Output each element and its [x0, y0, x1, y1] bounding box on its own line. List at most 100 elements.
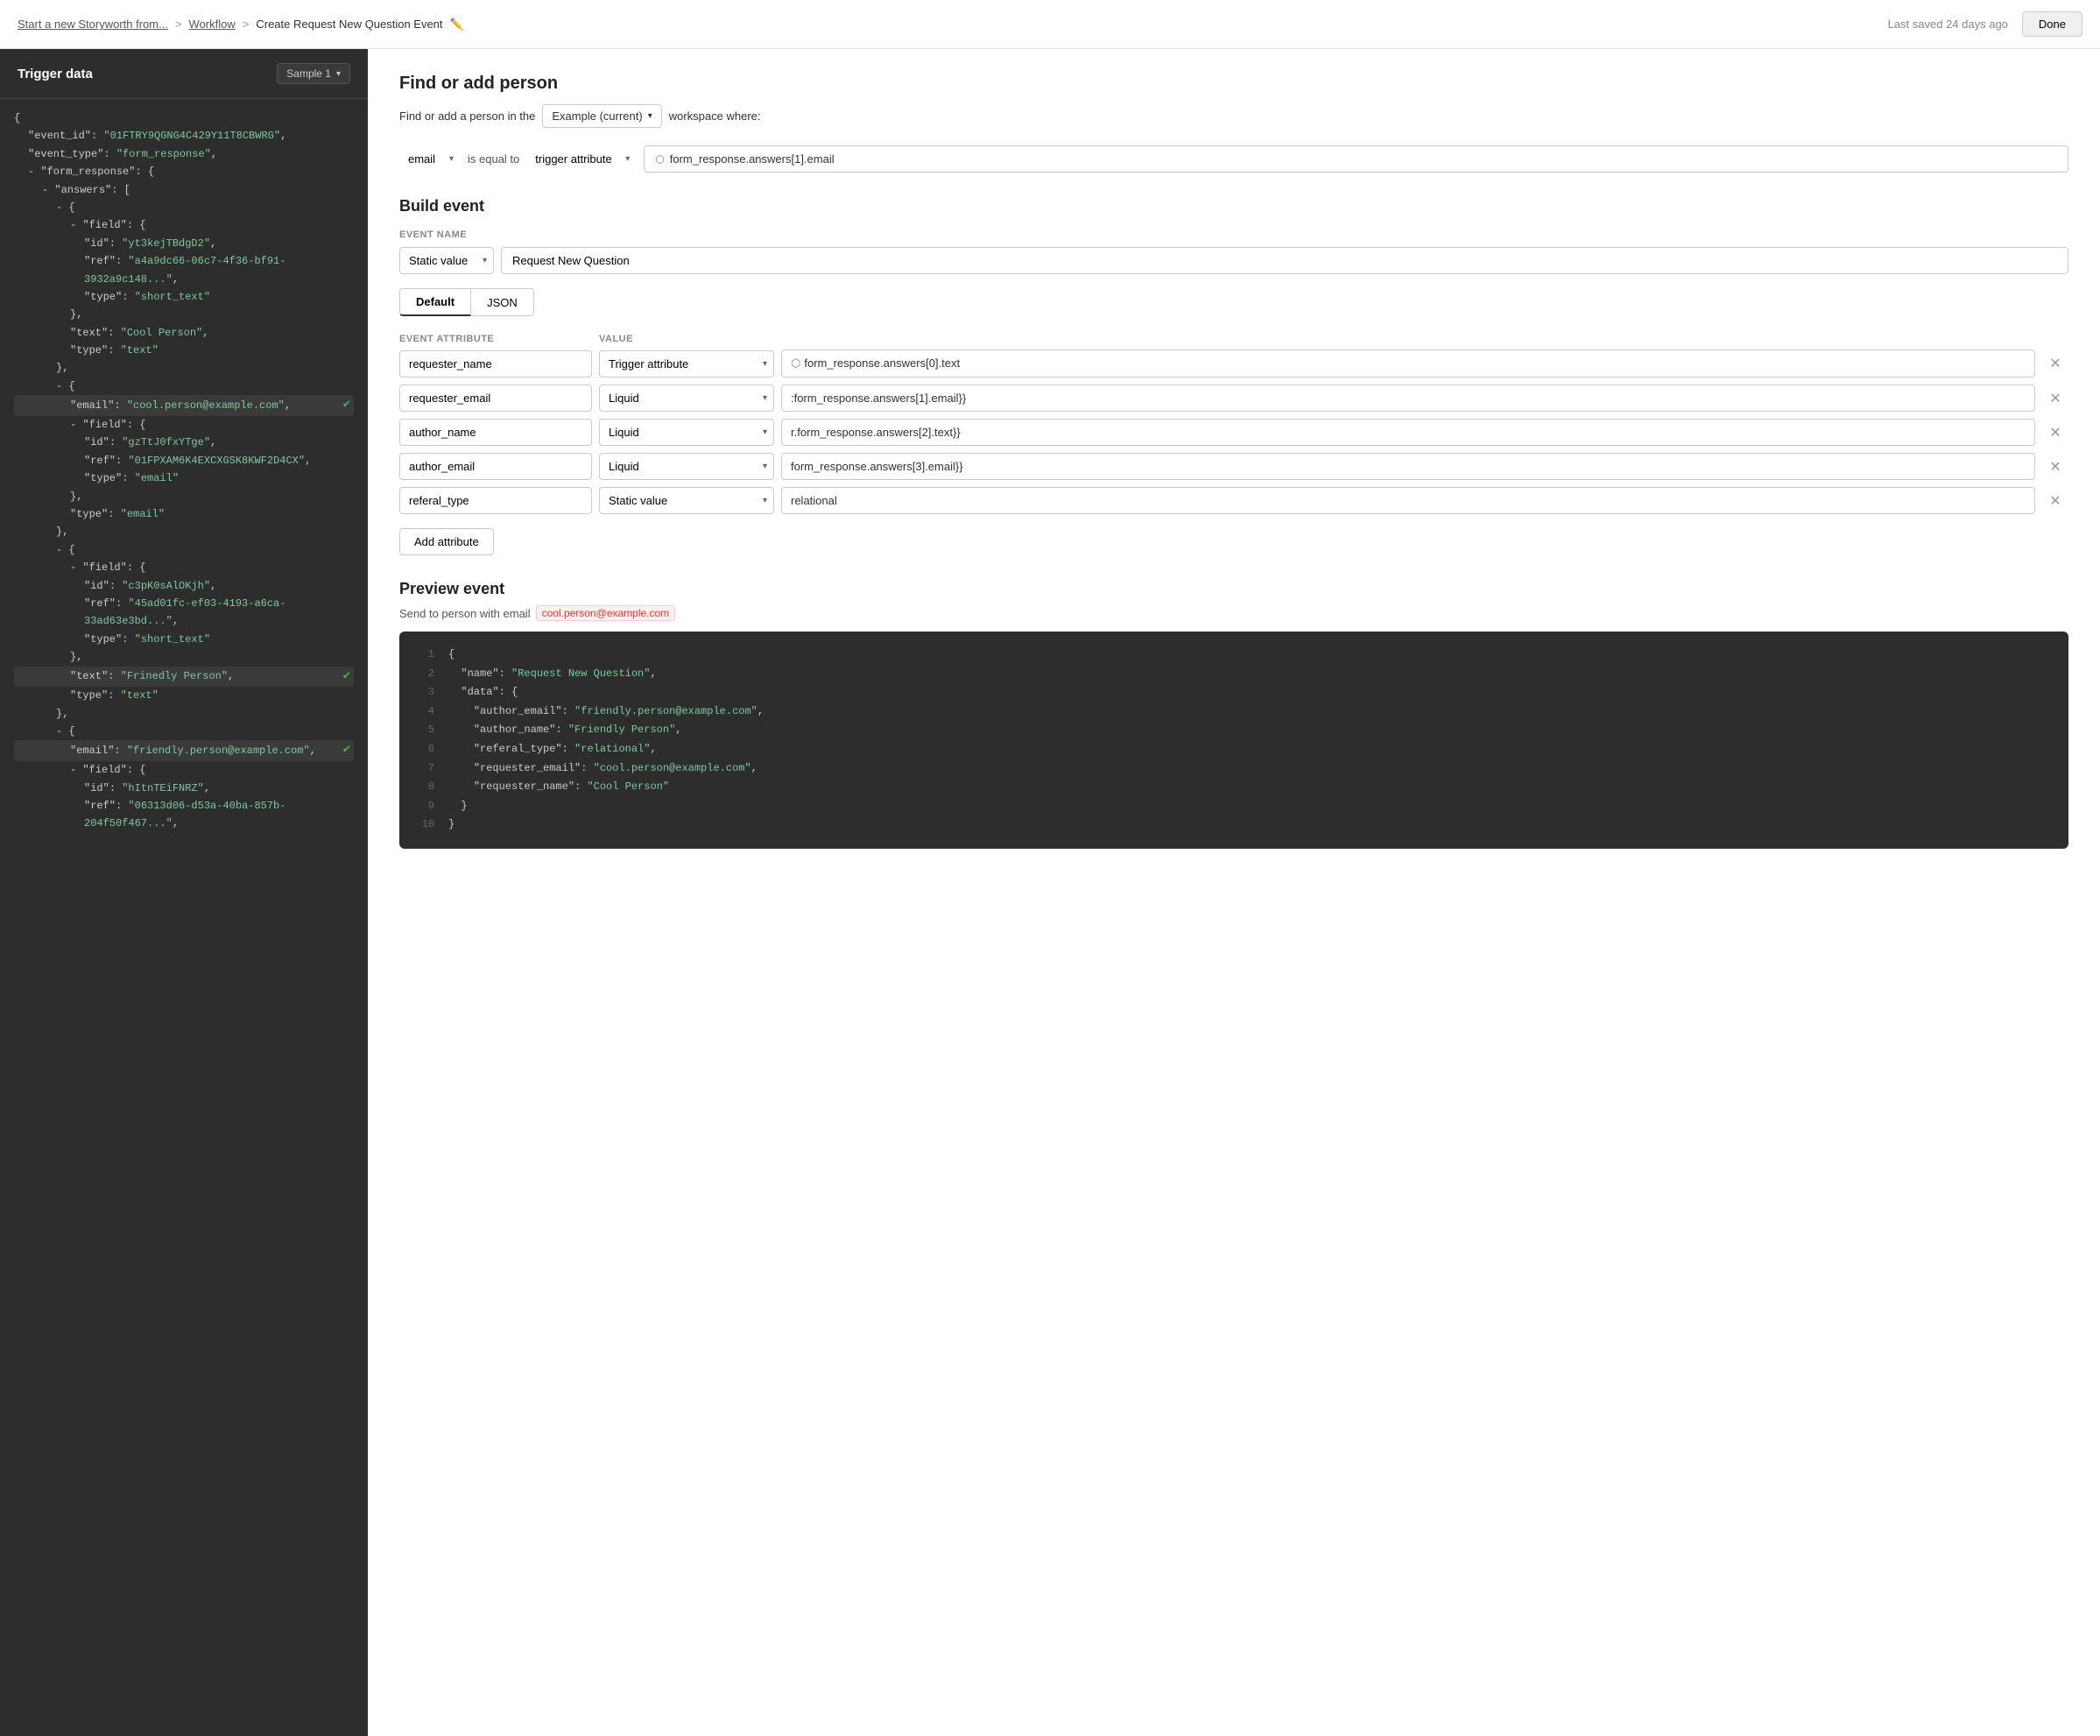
trigger-attr-select[interactable]: trigger attribute [526, 146, 637, 172]
event-name-type-select[interactable]: Static value [399, 247, 494, 274]
code-line: - "field": { [14, 761, 354, 779]
remove-attr-btn-2[interactable]: ✕ [2042, 386, 2068, 411]
filter-field-wrapper[interactable]: email [399, 146, 461, 172]
code-line: 10} [417, 815, 2051, 835]
code-text: "requester_email": "cool.person@example.… [448, 759, 758, 779]
edit-icon[interactable]: ✏️ [450, 18, 464, 32]
highlighted-code-line: "email": "friendly.person@example.com", … [14, 740, 354, 761]
cube-icon: ⬡ [655, 153, 664, 166]
line-number: 4 [417, 702, 434, 722]
code-line: - { [14, 378, 354, 395]
attr-value-2: :form_response.answers[1].email}} [781, 385, 2035, 412]
tab-json[interactable]: JSON [471, 288, 534, 316]
static-value-wrapper[interactable]: Static value [399, 247, 494, 274]
code-line: - { [14, 723, 354, 740]
workspace-suffix: workspace where: [669, 109, 761, 123]
code-line: - "field": { [14, 416, 354, 434]
code-line: 6 "referal_type": "relational", [417, 740, 2051, 759]
code-line: "id": "yt3kejTBdgD2", [14, 235, 354, 252]
code-line: - "form_response": { [14, 163, 354, 180]
attr-row-5: Static value relational ✕ [399, 487, 2068, 514]
attr-col1-label: EVENT ATTRIBUTE [399, 334, 592, 344]
tab-default[interactable]: Default [399, 288, 471, 316]
check-icon: ✔ [343, 395, 350, 416]
filter-row: email is equal to trigger attribute ⬡ fo… [399, 145, 2068, 173]
find-person-description: Find or add a person in the [399, 109, 535, 123]
workspace-selector[interactable]: Example (current) ▾ [542, 104, 661, 128]
code-text: } [448, 797, 468, 816]
sample-selector[interactable]: Sample 1 ▾ [277, 63, 350, 84]
add-attribute-button[interactable]: Add attribute [399, 528, 494, 555]
done-button[interactable]: Done [2022, 11, 2082, 37]
attr-type-select-5[interactable]: Static value [599, 487, 774, 514]
attr-value-4: form_response.answers[3].email}} [781, 453, 2035, 480]
code-line: - "field": { [14, 559, 354, 576]
preview-email: cool.person@example.com [536, 605, 676, 621]
attr-name-1[interactable] [399, 350, 592, 378]
code-line: - "answers": [ [14, 181, 354, 199]
code-line: - { [14, 541, 354, 559]
event-name-input[interactable] [501, 247, 2068, 274]
sample-label: Sample 1 [286, 67, 331, 80]
code-line: }, [14, 359, 354, 377]
remove-attr-btn-4[interactable]: ✕ [2042, 455, 2068, 479]
breadcrumb-link-2[interactable]: Workflow [189, 18, 236, 31]
attr-type-select-2[interactable]: Liquid [599, 385, 774, 412]
code-text: { [448, 646, 455, 665]
check-icon: ✔ [343, 740, 350, 761]
attr-name-3[interactable] [399, 419, 592, 446]
attr-type-wrapper-4[interactable]: Liquid [599, 453, 774, 480]
remove-attr-btn-3[interactable]: ✕ [2042, 420, 2068, 445]
code-line: "ref": "06313d06-d53a-40ba-857b-204f50f4… [14, 797, 354, 833]
breadcrumb-current: Create Request New Question Event [256, 18, 442, 31]
code-line: "id": "gzTtJ0fxYTge", [14, 434, 354, 451]
attr-value-1: ⬡form_response.answers[0].text [781, 349, 2035, 378]
workspace-label: Example (current) [552, 109, 642, 123]
breadcrumb-sep-2: > [243, 18, 250, 31]
attr-type-select-3[interactable]: Liquid [599, 419, 774, 446]
preview-code-block: 1{ 2 "name": "Request New Question", 3 "… [399, 632, 2068, 849]
trigger-attr-wrapper[interactable]: trigger attribute [526, 146, 637, 172]
preview-event-title: Preview event [399, 580, 2068, 598]
remove-attr-btn-1[interactable]: ✕ [2042, 351, 2068, 376]
code-line: 1{ [417, 646, 2051, 665]
line-number: 8 [417, 778, 434, 797]
find-person-row: Find or add a person in the Example (cur… [399, 104, 2068, 128]
attr-type-select-1[interactable]: Trigger attribute [599, 350, 774, 378]
attr-type-wrapper-1[interactable]: Trigger attribute [599, 350, 774, 378]
code-text: "data": { [448, 683, 518, 702]
attr-name-5[interactable] [399, 487, 592, 514]
line-number: 9 [417, 797, 434, 816]
attr-table-header: EVENT ATTRIBUTE VALUE [399, 334, 2068, 344]
attr-row-4: Liquid form_response.answers[3].email}} … [399, 453, 2068, 480]
code-line: "type": "short_text" [14, 288, 354, 306]
code-line: 9 } [417, 797, 2051, 816]
code-text: "author_email": "friendly.person@example… [448, 702, 764, 722]
attr-row-1: Trigger attribute ⬡form_response.answers… [399, 349, 2068, 378]
line-number: 6 [417, 740, 434, 759]
trigger-title: Trigger data [18, 67, 93, 81]
code-line: "id": "c3pK0sAlOKjh", [14, 577, 354, 595]
filter-value-field: ⬡ form_response.answers[1].email [644, 145, 2068, 173]
attr-type-select-4[interactable]: Liquid [599, 453, 774, 480]
code-line: "id": "hItnTEiFNRZ", [14, 780, 354, 797]
cube-icon: ⬡ [791, 356, 800, 370]
filter-field-select[interactable]: email [399, 146, 461, 172]
breadcrumb-link-1[interactable]: Start a new Storyworth from... [18, 18, 168, 31]
remove-attr-btn-5[interactable]: ✕ [2042, 489, 2068, 513]
attr-name-2[interactable] [399, 385, 592, 412]
code-line: "type": "email" [14, 469, 354, 487]
preview-subtitle: Send to person with email cool.person@ex… [399, 605, 2068, 621]
code-line: "text": "Cool Person", [14, 324, 354, 342]
code-line: "ref": "45ad01fc-ef03-4193-a6ca-33ad63e3… [14, 595, 354, 631]
attr-type-wrapper-2[interactable]: Liquid [599, 385, 774, 412]
last-saved-text: Last saved 24 days ago [1888, 18, 2008, 31]
line-number: 10 [417, 815, 434, 835]
attr-type-wrapper-5[interactable]: Static value [599, 487, 774, 514]
line-number: 7 [417, 759, 434, 779]
code-line: "ref": "a4a9dc66-06c7-4f36-bf91-3932a9c1… [14, 252, 354, 288]
attr-name-4[interactable] [399, 453, 592, 480]
trigger-panel: Trigger data Sample 1 ▾ { "event_id": "0… [0, 49, 368, 1736]
build-section: Build event EVENT NAME Static value Defa… [399, 197, 2068, 555]
attr-type-wrapper-3[interactable]: Liquid [599, 419, 774, 446]
